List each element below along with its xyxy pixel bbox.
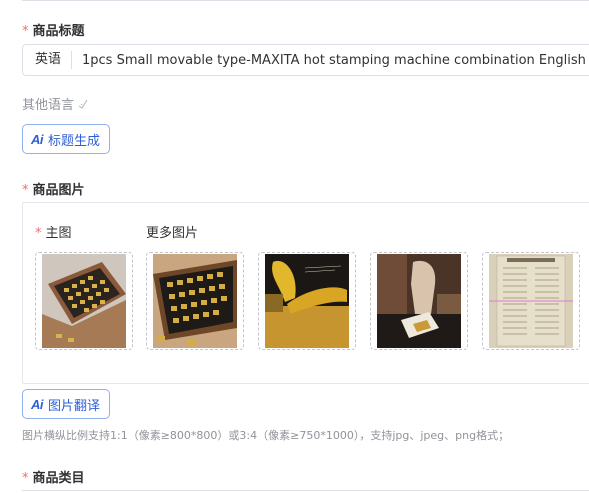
image-requirements-hint: 图片横纵比例支持1:1（像素≥800*800）或3:4（像素≥750*1000）…	[22, 429, 510, 442]
main-image-thumbnail[interactable]	[35, 252, 133, 350]
image-section-label: * 商品图片	[22, 183, 85, 198]
language-tag[interactable]: 英语	[23, 51, 73, 69]
more-image-thumbnail[interactable]	[146, 252, 244, 350]
required-mark: *	[22, 471, 29, 486]
product-photo	[265, 254, 349, 348]
title-input[interactable]: 英语 1pcs Small movable type-MAXITA hot st…	[22, 44, 589, 76]
more-images-label: 更多图片	[146, 226, 199, 241]
other-languages-toggle[interactable]: 其他语言	[22, 94, 88, 113]
translate-images-button[interactable]: Ai 图片翻译	[22, 389, 111, 419]
product-photo	[42, 254, 126, 348]
more-image-thumbnail[interactable]	[482, 252, 580, 350]
category-section-label: * 商品类目	[22, 471, 85, 486]
product-photo	[489, 254, 573, 348]
edit-icon[interactable]	[78, 99, 88, 109]
title-value[interactable]: 1pcs Small movable type-MAXITA hot stamp…	[72, 53, 589, 68]
generate-title-button[interactable]: Ai 标题生成	[22, 124, 111, 154]
product-photo	[377, 254, 461, 348]
title-section-label: * 商品标题	[22, 24, 85, 39]
main-image-label: * 主图	[35, 226, 72, 241]
ai-icon: Ai	[31, 396, 44, 412]
required-mark: *	[22, 24, 29, 39]
more-image-thumbnail[interactable]	[258, 252, 356, 350]
required-mark: *	[22, 183, 29, 198]
product-photo	[153, 254, 237, 348]
category-input-border[interactable]	[22, 490, 589, 491]
more-image-thumbnail[interactable]	[370, 252, 468, 350]
ai-icon: Ai	[31, 131, 44, 147]
top-divider	[22, 0, 589, 1]
